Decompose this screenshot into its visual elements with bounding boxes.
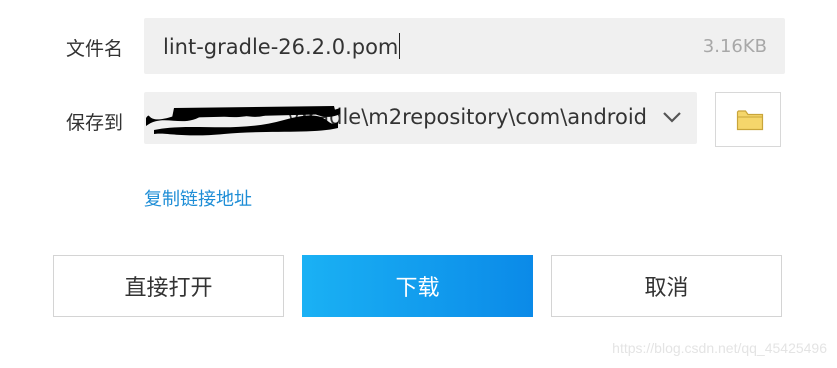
browse-folder-button[interactable] (715, 92, 781, 147)
save-to-label: 保存到 (66, 112, 124, 134)
filename-input[interactable]: lint-gradle-26.2.0.pom 3.16KB (144, 18, 785, 74)
folder-icon (736, 110, 764, 131)
open-directly-button[interactable]: 直接打开 (53, 255, 284, 317)
cancel-button[interactable]: 取消 (551, 255, 782, 317)
download-button[interactable]: 下载 (302, 255, 533, 317)
watermark-text: https://blog.csdn.net/qq_45425496 (612, 340, 827, 356)
redaction-scribble (146, 106, 340, 136)
copy-link-address[interactable]: 复制链接地址 (144, 185, 252, 211)
save-path-select[interactable]: \gradle\m2repository\com\android (144, 92, 697, 144)
download-dialog: 文件名 lint-gradle-26.2.0.pom 3.16KB 保存到 \g… (0, 0, 837, 368)
filename-label: 文件名 (66, 38, 124, 60)
filename-value[interactable]: lint-gradle-26.2.0.pom (163, 33, 401, 59)
file-size: 3.16KB (702, 36, 767, 57)
chevron-down-icon[interactable] (661, 106, 683, 128)
text-caret (399, 33, 401, 59)
